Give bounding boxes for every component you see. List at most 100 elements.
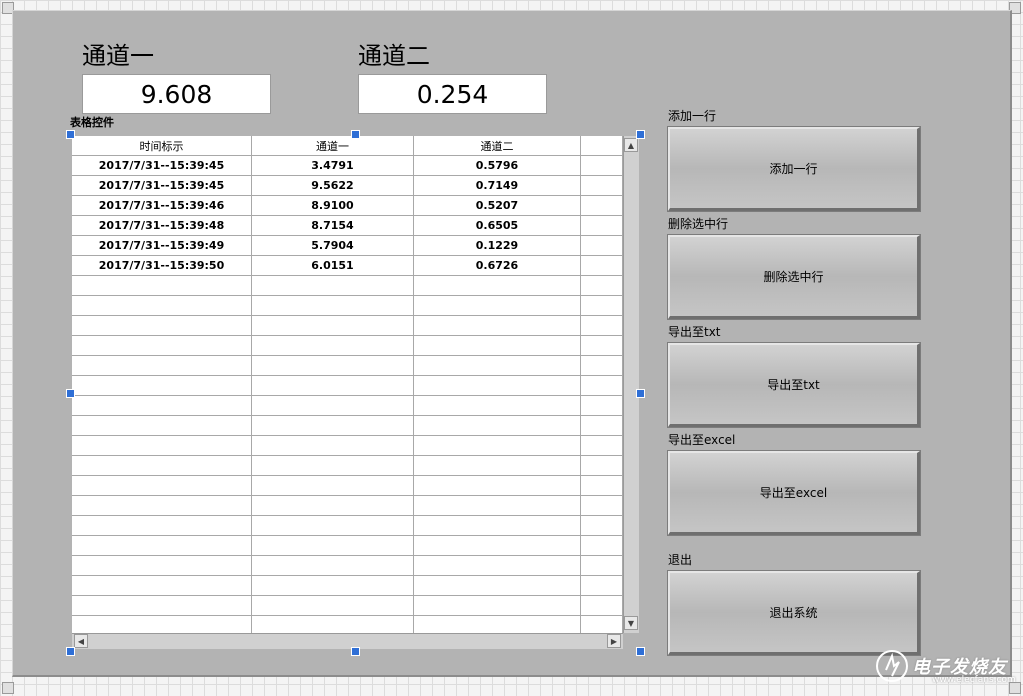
table-row[interactable]: 2017/7/31--15:39:50 6.0151 0.6726 — [72, 256, 623, 276]
table-cell[interactable] — [414, 436, 581, 455]
table-row[interactable] — [72, 496, 623, 516]
table-cell[interactable] — [72, 336, 252, 355]
table-row[interactable] — [72, 396, 623, 416]
selection-handle[interactable] — [351, 647, 360, 656]
table-cell[interactable] — [252, 556, 414, 575]
table-cell[interactable] — [581, 536, 623, 555]
table-cell[interactable]: 8.9100 — [252, 196, 414, 215]
table-cell[interactable] — [252, 496, 414, 515]
table-cell[interactable] — [581, 616, 623, 633]
table-cell[interactable] — [581, 196, 623, 215]
table-cell[interactable] — [581, 516, 623, 535]
add-row-button[interactable]: 添加一行 — [667, 126, 921, 212]
table-cell[interactable] — [414, 616, 581, 633]
table-cell[interactable] — [581, 456, 623, 475]
table-cell[interactable] — [581, 216, 623, 235]
table-cell[interactable] — [72, 396, 252, 415]
table-cell[interactable]: 0.1229 — [414, 236, 581, 255]
selection-handle[interactable] — [636, 389, 645, 398]
selection-handle[interactable] — [351, 130, 360, 139]
table-cell[interactable] — [252, 416, 414, 435]
table-cell[interactable] — [581, 596, 623, 615]
table-cell[interactable] — [581, 396, 623, 415]
table-row[interactable] — [72, 616, 623, 633]
table-cell[interactable] — [581, 236, 623, 255]
table-cell[interactable] — [72, 416, 252, 435]
table-cell[interactable]: 2017/7/31--15:39:49 — [72, 236, 252, 255]
table-cell[interactable] — [414, 296, 581, 315]
selection-handle[interactable] — [636, 130, 645, 139]
table-cell[interactable] — [581, 156, 623, 175]
table-cell[interactable] — [414, 536, 581, 555]
table-cell[interactable] — [72, 616, 252, 633]
table-cell[interactable] — [252, 356, 414, 375]
table-row[interactable]: 2017/7/31--15:39:45 3.4791 0.5796 — [72, 156, 623, 176]
table-cell[interactable] — [252, 456, 414, 475]
table-cell[interactable] — [252, 376, 414, 395]
table-cell[interactable] — [252, 476, 414, 495]
table-row[interactable]: 2017/7/31--15:39:46 8.9100 0.5207 — [72, 196, 623, 216]
table-cell[interactable] — [72, 596, 252, 615]
table-cell[interactable] — [414, 576, 581, 595]
table-cell[interactable] — [252, 616, 414, 633]
table-cell[interactable]: 2017/7/31--15:39:45 — [72, 176, 252, 195]
table-row[interactable] — [72, 436, 623, 456]
table-cell[interactable] — [72, 316, 252, 335]
table-cell[interactable] — [414, 336, 581, 355]
table-cell[interactable]: 0.7149 — [414, 176, 581, 195]
table-cell[interactable] — [252, 336, 414, 355]
table-row[interactable] — [72, 276, 623, 296]
table-cell[interactable] — [72, 456, 252, 475]
table-row[interactable] — [72, 556, 623, 576]
selection-handle[interactable] — [636, 647, 645, 656]
table-cell[interactable]: 0.5207 — [414, 196, 581, 215]
table-cell[interactable]: 3.4791 — [252, 156, 414, 175]
table-cell[interactable] — [252, 296, 414, 315]
table-vertical-scrollbar[interactable]: ▲ ▼ — [623, 136, 639, 633]
table-cell[interactable] — [414, 496, 581, 515]
table-cell[interactable]: 9.5622 — [252, 176, 414, 195]
table-cell[interactable] — [581, 376, 623, 395]
table-row[interactable]: 2017/7/31--15:39:49 5.7904 0.1229 — [72, 236, 623, 256]
table-cell[interactable] — [414, 376, 581, 395]
table-cell[interactable] — [72, 356, 252, 375]
table-cell[interactable]: 2017/7/31--15:39:48 — [72, 216, 252, 235]
export-excel-button[interactable]: 导出至excel — [667, 450, 921, 536]
table-cell[interactable]: 0.6726 — [414, 256, 581, 275]
table-cell[interactable] — [252, 516, 414, 535]
table-cell[interactable] — [72, 296, 252, 315]
table-cell[interactable] — [252, 536, 414, 555]
delete-selected-row-button[interactable]: 删除选中行 — [667, 234, 921, 320]
table-cell[interactable]: 5.7904 — [252, 236, 414, 255]
table-cell[interactable] — [414, 276, 581, 295]
table-cell[interactable] — [252, 276, 414, 295]
table-cell[interactable] — [252, 576, 414, 595]
table-cell[interactable] — [581, 276, 623, 295]
table-cell[interactable] — [72, 496, 252, 515]
table-cell[interactable] — [581, 416, 623, 435]
table-row[interactable] — [72, 536, 623, 556]
table-cell[interactable] — [414, 556, 581, 575]
table-cell[interactable] — [581, 496, 623, 515]
scroll-left-icon[interactable]: ◀ — [74, 634, 88, 648]
table-cell[interactable] — [252, 596, 414, 615]
table-row[interactable] — [72, 416, 623, 436]
scroll-right-icon[interactable]: ▶ — [607, 634, 621, 648]
selection-handle[interactable] — [66, 130, 75, 139]
table-row[interactable] — [72, 356, 623, 376]
table-row[interactable] — [72, 596, 623, 616]
table-cell[interactable] — [72, 556, 252, 575]
table-cell[interactable] — [252, 396, 414, 415]
table-row[interactable] — [72, 516, 623, 536]
table-body[interactable]: 时间标示 通道一 通道二 2017/7/31--15:39:45 3.4791 0.… — [72, 136, 623, 633]
table-cell[interactable] — [72, 536, 252, 555]
selection-handle[interactable] — [66, 389, 75, 398]
table-cell[interactable] — [581, 336, 623, 355]
table-horizontal-scrollbar[interactable]: ◀ ▶ — [72, 633, 623, 649]
table-cell[interactable] — [414, 416, 581, 435]
table-row[interactable] — [72, 316, 623, 336]
table-row[interactable] — [72, 296, 623, 316]
table-cell[interactable] — [414, 316, 581, 335]
table-cell[interactable] — [581, 436, 623, 455]
table-cell[interactable] — [581, 576, 623, 595]
